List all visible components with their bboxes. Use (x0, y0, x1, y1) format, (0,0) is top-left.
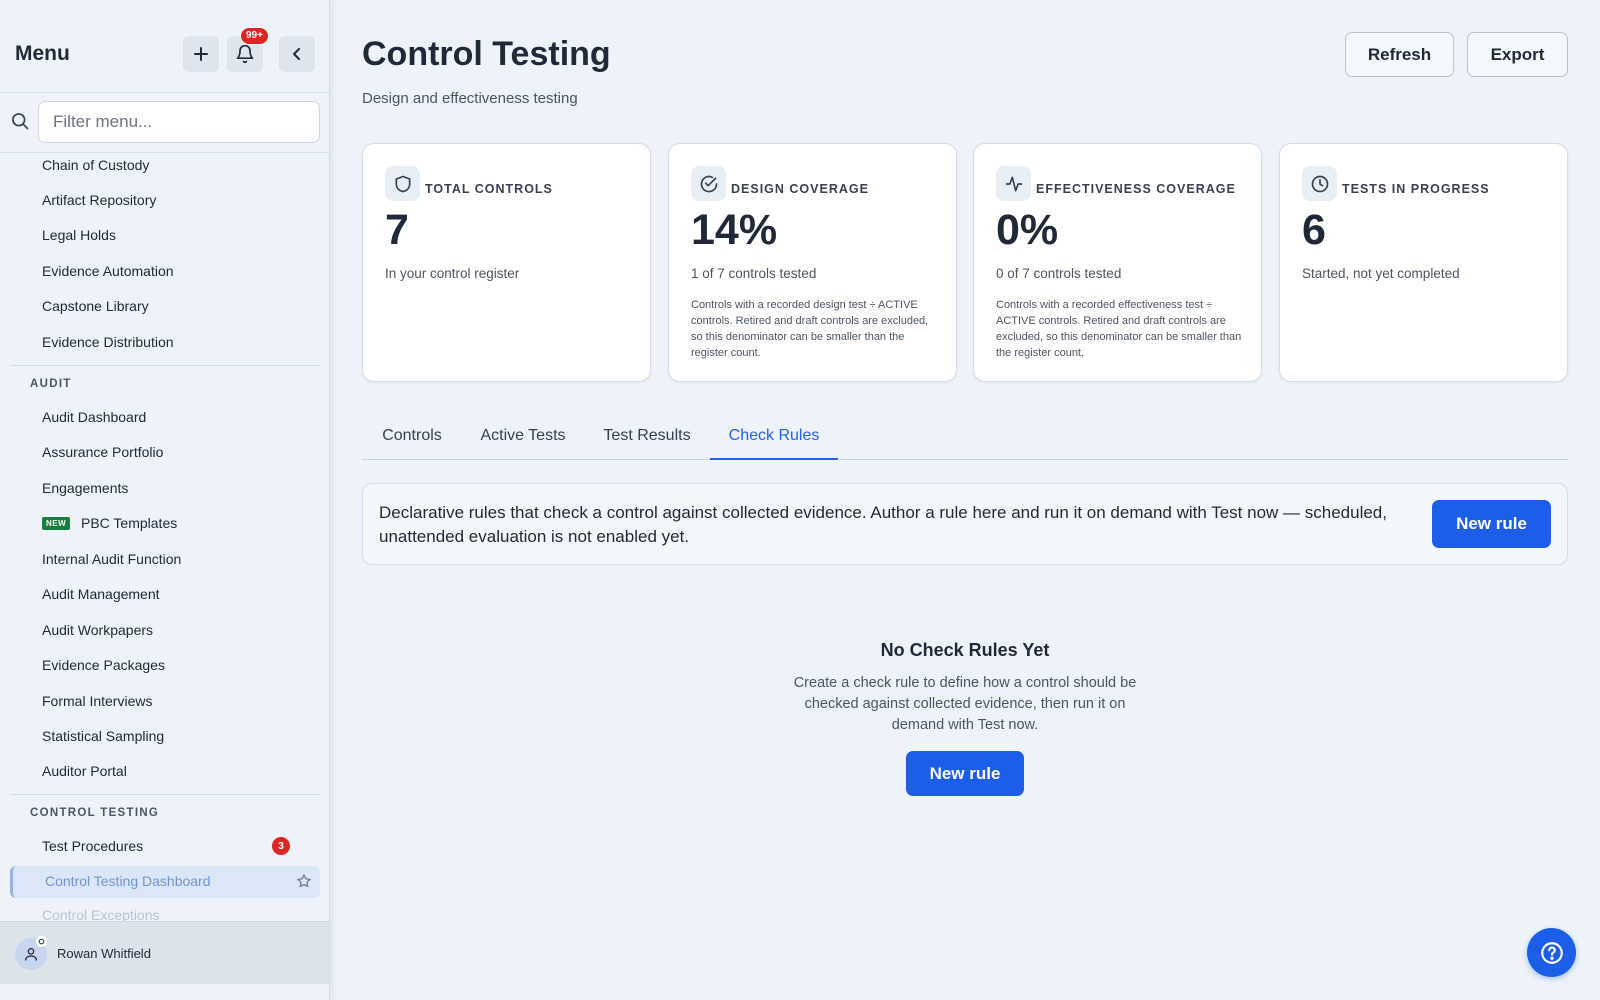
gear-icon (36, 936, 47, 947)
chevron-left-icon (293, 48, 300, 60)
stat-card-design-coverage: DESIGN COVERAGE 14% 1 of 7 controls test… (668, 143, 957, 382)
nav-divider (10, 365, 320, 366)
info-text: Declarative rules that check a control a… (379, 503, 1387, 546)
sidebar-item-artifact-repository[interactable]: Artifact Repository (42, 192, 156, 208)
stat-subtext: 1 of 7 controls tested (691, 266, 817, 281)
stat-label: TESTS IN PROGRESS (1342, 182, 1490, 196)
sidebar-item-evidence-distribution[interactable]: Evidence Distribution (42, 334, 174, 350)
shield-icon (385, 166, 420, 201)
stat-label: DESIGN COVERAGE (731, 182, 869, 196)
test-procedures-count-badge: 3 (272, 837, 290, 855)
stat-subtext: In your control register (385, 266, 520, 281)
user-icon (25, 948, 37, 961)
tab-active-tests[interactable]: Active Tests (462, 418, 584, 460)
main-content: Control Testing Design and effectiveness… (330, 0, 1600, 1000)
sidebar-header: Menu 99+ (0, 0, 330, 93)
stat-value: 0% (996, 206, 1059, 254)
notification-count-badge: 99+ (240, 27, 269, 45)
empty-state-title: No Check Rules Yet (880, 640, 1050, 660)
sidebar-item-capstone-library[interactable]: Capstone Library (42, 298, 149, 314)
page-title: Control Testing (362, 35, 611, 73)
sidebar-item-label: Control Testing Dashboard (45, 873, 211, 889)
clock-icon (1302, 166, 1337, 201)
sidebar-item-engagements[interactable]: Engagements (42, 480, 128, 496)
sidebar-item-evidence-automation[interactable]: Evidence Automation (42, 263, 174, 279)
plus-icon (194, 47, 208, 61)
stat-label: TOTAL CONTROLS (425, 182, 553, 196)
empty-state-text: Create a check rule to define how a cont… (793, 675, 1137, 733)
nav-divider (10, 794, 320, 795)
search-icon (12, 113, 29, 130)
filter-menu-input[interactable] (38, 101, 320, 143)
check-rules-info-banner: Declarative rules that check a control a… (362, 483, 1568, 565)
sidebar-item-control-exceptions[interactable]: Control Exceptions (42, 907, 160, 921)
star-icon[interactable] (296, 873, 312, 889)
sidebar-item-auditor-portal[interactable]: Auditor Portal (42, 763, 127, 779)
stat-subtext: 0 of 7 controls tested (996, 266, 1122, 281)
user-name: Rowan Whitfield (57, 946, 151, 961)
stat-subtext: Started, not yet completed (1302, 266, 1460, 281)
nav-section-audit: AUDIT (30, 378, 72, 390)
stat-card-total-controls: TOTAL CONTROLS 7 In your control registe… (362, 143, 651, 382)
sidebar-item-legal-holds[interactable]: Legal Holds (42, 227, 116, 243)
stat-value: 7 (385, 206, 409, 254)
sidebar-item-audit-workpapers[interactable]: Audit Workpapers (42, 622, 153, 638)
sidebar-item-chain-of-custody[interactable]: Chain of Custody (42, 157, 149, 173)
sidebar-title: Menu (15, 42, 70, 65)
activity-icon (996, 166, 1031, 201)
sidebar-item-evidence-packages[interactable]: Evidence Packages (42, 657, 165, 673)
sidebar-item-audit-management[interactable]: Audit Management (42, 586, 160, 602)
sidebar-item-test-procedures[interactable]: Test Procedures (42, 838, 143, 854)
tab-check-rules[interactable]: Check Rules (710, 418, 838, 460)
stat-label: EFFECTIVENESS COVERAGE (1036, 182, 1236, 196)
collapse-sidebar-button[interactable] (279, 36, 315, 72)
sidebar-nav: Chain of Custody Artifact Repository Leg… (0, 153, 330, 921)
sidebar-item-pbc-templates[interactable]: PBC Templates (81, 515, 177, 531)
check-circle-icon (691, 166, 726, 201)
sidebar-item-control-testing-dashboard[interactable]: Control Testing Dashboard (10, 866, 320, 898)
stat-note: Controls with a recorded effectiveness t… (996, 299, 1242, 359)
sidebar-item-audit-dashboard[interactable]: Audit Dashboard (42, 409, 146, 425)
new-rule-button[interactable]: New rule (1432, 500, 1551, 548)
tab-controls[interactable]: Controls (362, 418, 462, 460)
help-icon (1540, 941, 1563, 964)
page-subtitle: Design and effectiveness testing (362, 90, 578, 107)
stat-value: 14% (691, 206, 778, 254)
tab-bar: Controls Active Tests Test Results Check… (362, 418, 1568, 460)
stat-value: 6 (1302, 206, 1326, 254)
sidebar: Menu 99+ Chain of Custody Artifact (0, 0, 330, 1000)
export-button[interactable]: Export (1467, 32, 1568, 77)
sidebar-item-internal-audit-function[interactable]: Internal Audit Function (42, 551, 181, 567)
user-footer[interactable]: Rowan Whitfield (0, 921, 330, 984)
stat-note: Controls with a recorded design test ÷ A… (691, 299, 929, 359)
help-button[interactable] (1527, 928, 1576, 977)
stat-card-effectiveness-coverage: EFFECTIVENESS COVERAGE 0% 0 of 7 control… (973, 143, 1262, 382)
sidebar-search (0, 93, 330, 153)
refresh-button[interactable]: Refresh (1345, 32, 1454, 77)
sidebar-item-statistical-sampling[interactable]: Statistical Sampling (42, 728, 164, 744)
nav-section-control-testing: CONTROL TESTING (30, 807, 160, 819)
new-badge: NEW (42, 517, 71, 530)
bell-icon (236, 44, 254, 64)
sidebar-item-assurance-portfolio[interactable]: Assurance Portfolio (42, 444, 163, 460)
tab-test-results[interactable]: Test Results (584, 418, 710, 460)
add-button[interactable] (183, 36, 219, 72)
sidebar-item-formal-interviews[interactable]: Formal Interviews (42, 693, 152, 709)
stat-card-tests-in-progress: TESTS IN PROGRESS 6 Started, not yet com… (1279, 143, 1568, 382)
empty-state-new-rule-button[interactable]: New rule (906, 751, 1024, 796)
